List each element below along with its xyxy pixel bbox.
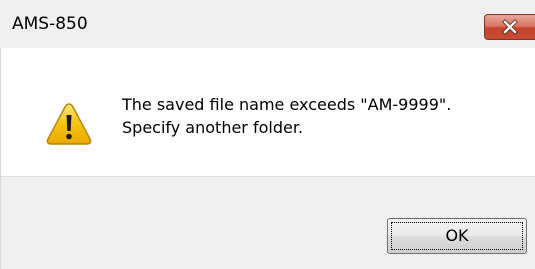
title-bar[interactable]: AMS-850 [0, 0, 535, 48]
button-bar: OK [0, 176, 535, 269]
message-text: The saved file name exceeds "AM-9999". S… [122, 93, 451, 139]
window-border [0, 48, 1, 269]
close-icon [502, 19, 518, 35]
window-title: AMS-850 [12, 14, 88, 34]
message-dialog: AMS-850 The saved file name exceeds "AM-… [0, 0, 535, 269]
message-line-2: Specify another folder. [122, 118, 304, 137]
ok-button[interactable]: OK [387, 218, 527, 254]
message-area: The saved file name exceeds "AM-9999". S… [0, 48, 535, 176]
ok-button-label: OK [445, 226, 469, 245]
message-line-1: The saved file name exceeds "AM-9999". [122, 95, 452, 114]
warning-icon [46, 103, 92, 145]
close-button[interactable] [484, 14, 535, 40]
